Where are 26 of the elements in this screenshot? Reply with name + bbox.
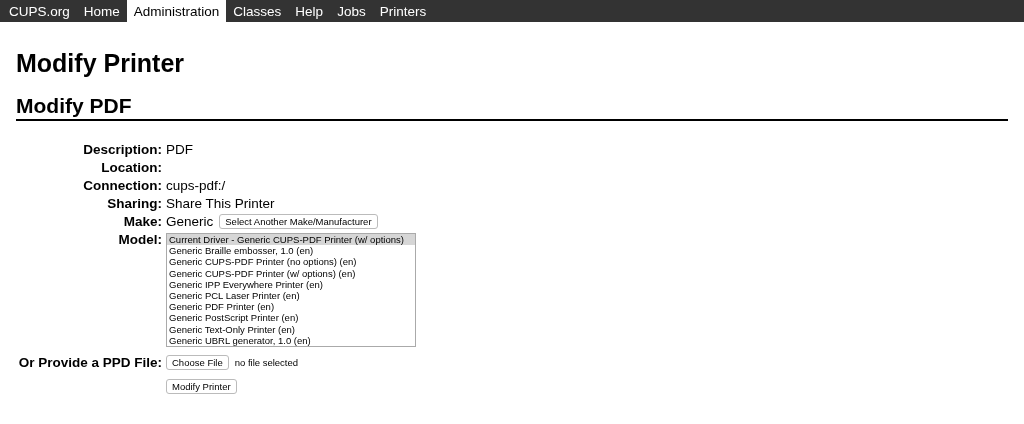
- nav-tab[interactable]: Administration: [126, 0, 227, 22]
- field-value: cups-pdf:/: [166, 177, 226, 194]
- field-value: Share This Printer: [166, 195, 275, 212]
- nav-tab[interactable]: CUPS.org: [2, 0, 77, 22]
- list-option[interactable]: Current Driver - Generic CUPS-PDF Printer (w/ options): [167, 234, 415, 246]
- model-listbox[interactable]: [166, 233, 416, 348]
- modify-printer-button[interactable]: Modify Printer: [166, 379, 237, 395]
- field-label: Or Provide a PPD File:: [18, 354, 162, 372]
- nav-tab[interactable]: Home: [76, 0, 127, 22]
- field-label: Description:: [83, 141, 162, 158]
- nav-tab[interactable]: Help: [288, 0, 331, 22]
- choose-file-button[interactable]: Choose File: [166, 355, 229, 371]
- field-label: Location:: [101, 159, 162, 176]
- nav-tab[interactable]: Classes: [226, 0, 289, 22]
- select-make-button[interactable]: Select Another Make/Manufacturer: [219, 214, 378, 229]
- field-value: Generic: [166, 213, 214, 230]
- field-label: Make:: [123, 213, 162, 230]
- nav-tab[interactable]: Printers: [372, 0, 434, 22]
- field-label: Sharing:: [107, 195, 162, 212]
- field-label: Connection:: [83, 177, 162, 194]
- nav-tab[interactable]: Jobs: [330, 0, 373, 22]
- field-label: Model:: [118, 231, 162, 248]
- file-status: no file selected: [234, 357, 299, 369]
- section-heading: Modify PDF: [16, 94, 1008, 121]
- field-value: PDF: [166, 141, 193, 158]
- page-title: Modify Printer: [16, 49, 186, 78]
